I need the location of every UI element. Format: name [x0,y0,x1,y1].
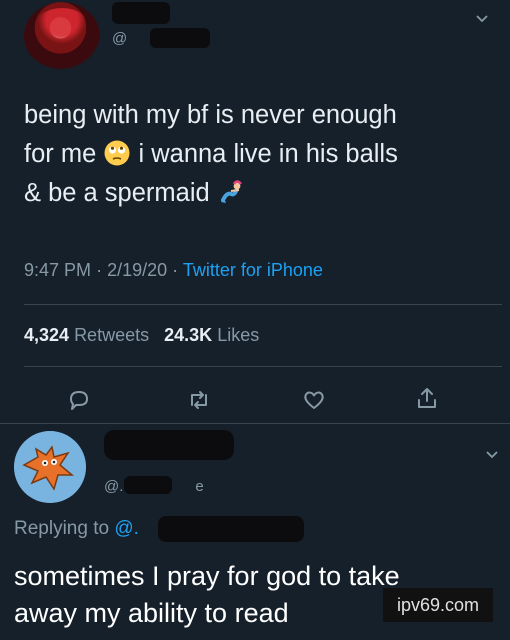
like-heart-icon[interactable] [301,387,327,413]
reply-handle-suffix: e [195,478,204,495]
likes-label: Likes [217,325,260,345]
tweet-stats: 4,324 Retweets 24.3K Likes [24,325,259,346]
author-avatar[interactable] [24,2,100,70]
redacted-display-name [112,2,170,24]
meta-separator: · [172,260,179,280]
reply-handle-prefix: @. [104,478,124,495]
tweet-text-line-1: being with my bf is never enough [24,101,397,129]
chevron-down-icon[interactable] [474,10,490,26]
redacted-reply-display-name [104,430,234,460]
tweet-text-line-2b: i wanna live in his balls [138,140,398,168]
replying-to: Replying to @. [14,518,139,540]
author-handle[interactable]: @ [112,30,127,47]
divider [0,423,510,424]
retweets-count: 4,324 [24,325,70,345]
tweet-date[interactable]: 2/19/20 [107,260,167,280]
likes-stat[interactable]: 24.3K Likes [164,325,259,345]
replying-to-handle[interactable]: @. [114,518,139,539]
cartoon-character-icon [14,431,86,503]
tweet-source-link[interactable]: Twitter for iPhone [183,260,323,280]
reply-icon[interactable] [66,387,92,413]
tweet-time[interactable]: 9:47 PM [24,260,91,280]
tweet-text-line-3: & be a spermaid [24,179,210,207]
share-icon[interactable] [414,385,440,411]
retweet-icon[interactable] [186,387,212,413]
tweet-text: being with my bf is never enough for me … [24,96,494,213]
tweet-meta: 9:47 PM · 2/19/20 · Twitter for iPhone [24,260,323,281]
likes-count: 24.3K [164,325,213,345]
reply-author-avatar[interactable] [14,431,86,503]
reply-author-handle[interactable]: @. e [104,478,204,495]
redacted-replying-to-handle [158,516,304,542]
divider [24,304,502,305]
replying-to-label: Replying to [14,518,110,539]
divider [24,366,502,367]
watermark: ipv69.com [383,588,493,622]
redacted-handle [150,28,210,48]
meta-separator: · [96,260,103,280]
rolling-eyes-emoji-icon [104,140,130,166]
mermaid-emoji-icon [220,180,242,203]
retweets-label: Retweets [74,325,150,345]
retweets-stat[interactable]: 4,324 Retweets [24,325,154,345]
chevron-down-icon[interactable] [484,446,500,462]
tweet-text-line-2a: for me [24,140,97,168]
